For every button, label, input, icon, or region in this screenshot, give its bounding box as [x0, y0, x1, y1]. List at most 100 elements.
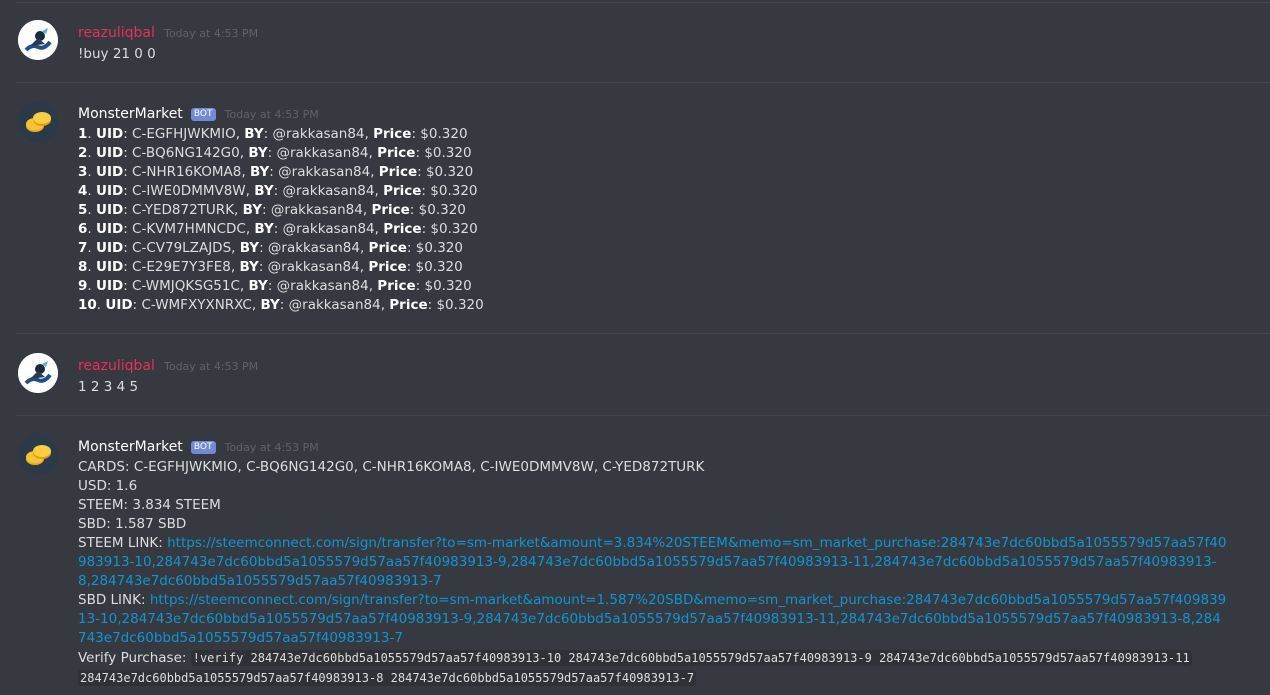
by-label: BY	[244, 126, 264, 142]
by-label: BY	[248, 145, 268, 161]
verify-label: Verify Purchase:	[78, 650, 191, 666]
listing-price: $0.320	[420, 126, 468, 142]
uid-label: UID	[96, 240, 124, 256]
listing-number: 4	[78, 183, 88, 199]
by-label: BY	[239, 240, 260, 256]
uid-label: UID	[96, 126, 124, 142]
listing-number: 8	[78, 259, 88, 275]
uid-label: UID	[96, 164, 124, 180]
listing-seller: @rakkasan84	[276, 145, 369, 161]
username[interactable]: reazuliqbal	[78, 358, 155, 374]
listing-number: 5	[78, 202, 88, 218]
listing-uid: C-WMJQKSG51C	[132, 278, 240, 294]
user-avatar[interactable]	[18, 20, 58, 60]
listing-number: 9	[78, 278, 88, 294]
message-divider	[16, 333, 1270, 334]
listing-price: $0.320	[418, 202, 466, 218]
price-label: Price	[383, 183, 422, 199]
price-label: Price	[377, 145, 416, 161]
steem-link-label: STEEM LINK:	[78, 535, 168, 551]
listing-item: 9. UID: C-WMJQKSG51C, BY: @rakkasan84, P…	[78, 278, 472, 294]
by-label: BY	[249, 164, 270, 180]
username[interactable]: MonsterMarket	[78, 106, 183, 122]
by-label: BY	[239, 259, 259, 275]
verify-line: Verify Purchase: !verify 284743e7dc60bbd…	[78, 648, 1228, 668]
by-label: BY	[254, 183, 274, 199]
cards-line: CARDS: C-EGFHJWKMIO, C-BQ6NG142G0, C-NHR…	[78, 459, 705, 475]
listing-price: $0.320	[436, 297, 484, 313]
bot-tag: BOT	[190, 108, 216, 121]
purchase-summary: CARDS: C-EGFHJWKMIO, C-BQ6NG142G0, C-NHR…	[78, 458, 1228, 688]
listing-uid: C-WMFXYXNRXC	[141, 297, 252, 313]
listing-uid: C-E29E7Y3FE8	[132, 259, 231, 275]
listing-number: 6	[78, 221, 88, 237]
sbd-link-line: SBD LINK: https://steemconnect.com/sign/…	[78, 591, 1228, 648]
by-label: BY	[254, 221, 274, 237]
listing-seller: @rakkasan84	[278, 164, 371, 180]
bot-avatar[interactable]	[18, 435, 58, 475]
by-label: BY	[260, 297, 280, 313]
message-text: 1 2 3 4 5	[78, 379, 139, 395]
timestamp: Today at 4:53 PM	[224, 108, 319, 121]
uid-label: UID	[96, 183, 124, 199]
listing-item: 10. UID: C-WMFXYXNRXC, BY: @rakkasan84, …	[78, 297, 484, 313]
message-divider	[16, 82, 1270, 83]
listing-seller: @rakkasan84	[288, 297, 381, 313]
uid-label: UID	[105, 297, 133, 313]
price-label: Price	[373, 126, 412, 142]
username[interactable]: reazuliqbal	[78, 25, 155, 41]
listing-seller: @rakkasan84	[270, 202, 363, 218]
message-divider	[16, 415, 1270, 416]
listing-price: $0.320	[415, 259, 463, 275]
uid-label: UID	[96, 145, 124, 161]
listing-price: $0.320	[425, 164, 474, 180]
uid-label: UID	[96, 259, 124, 275]
bot-avatar[interactable]	[18, 102, 58, 142]
listing-item: 8. UID: C-E29E7Y3FE8, BY: @rakkasan84, P…	[78, 259, 463, 275]
listing-number: 1	[78, 126, 88, 142]
timestamp: Today at 4:53 PM	[163, 27, 259, 40]
verify-code-2[interactable]: 284743e7dc60bbd5a1055579d57aa57f40983913…	[78, 670, 697, 686]
price-label: Price	[368, 240, 407, 256]
listing-item: 6. UID: C-KVM7HMNCDC, BY: @rakkasan84, P…	[78, 221, 478, 237]
username[interactable]: MonsterMarket	[78, 439, 183, 455]
listing-uid: C-YED872TURK	[132, 202, 235, 218]
price-label: Price	[368, 259, 407, 275]
sbd-line: SBD: 1.587 SBD	[78, 516, 187, 532]
listing-number: 10	[78, 297, 97, 313]
listing-price: $0.320	[430, 183, 478, 199]
timestamp: Today at 4:53 PM	[163, 360, 259, 373]
listing-list: 1. UID: C-EGFHJWKMIO, BY: @rakkasan84, P…	[78, 125, 484, 315]
listing-uid: C-KVM7HMNCDC	[132, 221, 246, 237]
message-text: !buy 21 0 0	[78, 46, 156, 62]
listing-uid: C-NHR16KOMA8	[132, 164, 242, 180]
listing-uid: C-CV79LZAJDS	[132, 240, 232, 256]
listing-seller: @rakkasan84	[276, 278, 369, 294]
timestamp: Today at 4:53 PM	[224, 441, 319, 454]
listing-uid: C-IWE0DMMV8W	[132, 183, 246, 199]
listing-item: 4. UID: C-IWE0DMMV8W, BY: @rakkasan84, P…	[78, 183, 478, 199]
price-label: Price	[378, 164, 418, 180]
listing-price: $0.320	[415, 240, 463, 256]
price-label: Price	[383, 221, 422, 237]
usd-line: USD: 1.6	[78, 478, 138, 494]
listing-price: $0.320	[424, 145, 472, 161]
listing-seller: @rakkasan84	[267, 240, 360, 256]
price-label: Price	[377, 278, 416, 294]
listing-number: 3	[78, 164, 88, 180]
steem-link[interactable]: https://steemconnect.com/sign/transfer?t…	[78, 535, 1226, 589]
listing-seller: @rakkasan84	[282, 221, 375, 237]
verify-code-1[interactable]: !verify 284743e7dc60bbd5a1055579d57aa57f…	[190, 650, 1192, 666]
price-label: Price	[389, 297, 428, 313]
user-avatar[interactable]	[18, 353, 58, 393]
sbd-link[interactable]: https://steemconnect.com/sign/transfer?t…	[78, 592, 1226, 646]
sbd-link-label: SBD LINK:	[78, 592, 150, 608]
listing-price: $0.320	[430, 221, 478, 237]
by-label: BY	[242, 202, 262, 218]
chat-messages: reazuliqbal Today at 4:53 PM !buy 21 0 0…	[0, 0, 1270, 695]
listing-item: 5. UID: C-YED872TURK, BY: @rakkasan84, P…	[78, 202, 466, 218]
uid-label: UID	[96, 202, 124, 218]
by-label: BY	[248, 278, 268, 294]
message-divider	[16, 2, 1270, 3]
listing-number: 7	[78, 240, 88, 256]
